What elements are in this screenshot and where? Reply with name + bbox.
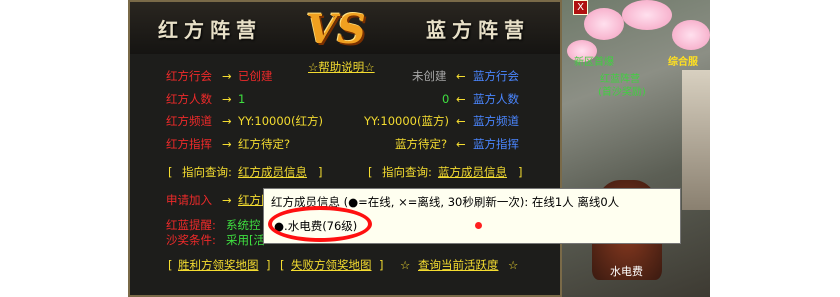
red-commander-value: 红方待定? (238, 137, 291, 151)
blue-camp-title: 蓝方阵营 (426, 18, 530, 42)
activity-query-link[interactable]: 查询当前活跃度 (418, 258, 499, 272)
reward-condition-text: 采用[活 (226, 233, 265, 247)
blue-count-label: 蓝方人数 (473, 92, 519, 106)
arrow-left-icon: ← (456, 92, 466, 106)
bracket: [ (168, 258, 173, 272)
blue-channel-value: YY:10000(蓝方) (364, 114, 449, 128)
game-scene (562, 0, 710, 297)
bracket: ] (266, 258, 271, 272)
arrow-right-icon: → (222, 69, 232, 83)
npc-name[interactable]: 红蓝阵营 (600, 73, 640, 87)
arrow-left-icon: ← (456, 69, 466, 83)
bracket: ] (518, 165, 523, 179)
player-name: 水电费 (610, 265, 643, 278)
arrow-left-icon: ← (456, 114, 466, 128)
red-count-value: 1 (238, 92, 246, 106)
bracket: [ (168, 165, 173, 179)
map-label: 新区首爆 (574, 57, 614, 68)
star-icon: ☆ (508, 258, 519, 272)
highlight-circle (268, 206, 372, 242)
help-link[interactable]: ☆帮助说明☆ (308, 60, 375, 74)
red-channel-label: 红方频道 (166, 114, 212, 128)
star-icon: ☆ (400, 258, 411, 272)
arrow-right-icon: → (222, 193, 232, 207)
bracket: ] (318, 165, 323, 179)
blue-commander-value: 蓝方待定? (395, 137, 448, 151)
arrow-left-icon: ← (456, 137, 466, 151)
stone-pillar (682, 70, 710, 210)
arrow-right-icon: → (222, 114, 232, 128)
vs-logo: VS (306, 6, 366, 53)
red-camp-title: 红方阵营 (158, 18, 262, 42)
notice-label: 红蓝提醒: (166, 218, 216, 232)
arrow-right-icon: → (222, 92, 232, 106)
red-commander-label: 红方指挥 (166, 137, 212, 151)
red-guild-label: 红方行会 (166, 69, 212, 83)
map-label: 综合服 (668, 57, 698, 68)
join-label: 申请加入 (166, 193, 212, 207)
blue-guild-label: 蓝方行会 (473, 69, 519, 83)
blue-guild-value: 未创建 (412, 69, 447, 83)
blue-channel-label: 蓝方频道 (473, 114, 519, 128)
bracket: ] (379, 258, 384, 272)
blue-commander-label: 蓝方指挥 (473, 137, 519, 151)
highlight-dot (475, 222, 482, 229)
blue-members-link[interactable]: 蓝方成员信息 (438, 165, 507, 179)
npc-subtitle: (首沙奖励) (598, 87, 646, 98)
winner-reward-map-link[interactable]: 胜利方领奖地图 (178, 258, 259, 272)
notice-text: 系统控 (226, 218, 261, 232)
blue-count-value: 0 (442, 92, 450, 106)
cherry-blossom (622, 0, 672, 30)
blue-query-prefix: 指向查询: (382, 165, 432, 179)
loser-reward-map-link[interactable]: 失败方领奖地图 (291, 258, 372, 272)
red-members-link[interactable]: 红方成员信息 (238, 165, 307, 179)
red-query-prefix: 指向查询: (182, 165, 232, 179)
bracket: [ (280, 258, 285, 272)
red-channel-value: YY:10000(红方) (238, 114, 323, 128)
cherry-blossom (584, 8, 624, 40)
cherry-blossom (672, 20, 710, 50)
red-guild-value: 已创建 (238, 69, 273, 83)
close-icon[interactable]: X (573, 0, 588, 15)
bracket: [ (368, 165, 373, 179)
arrow-right-icon: → (222, 137, 232, 151)
red-count-label: 红方人数 (166, 92, 212, 106)
reward-condition-label: 沙奖条件: (166, 233, 216, 247)
